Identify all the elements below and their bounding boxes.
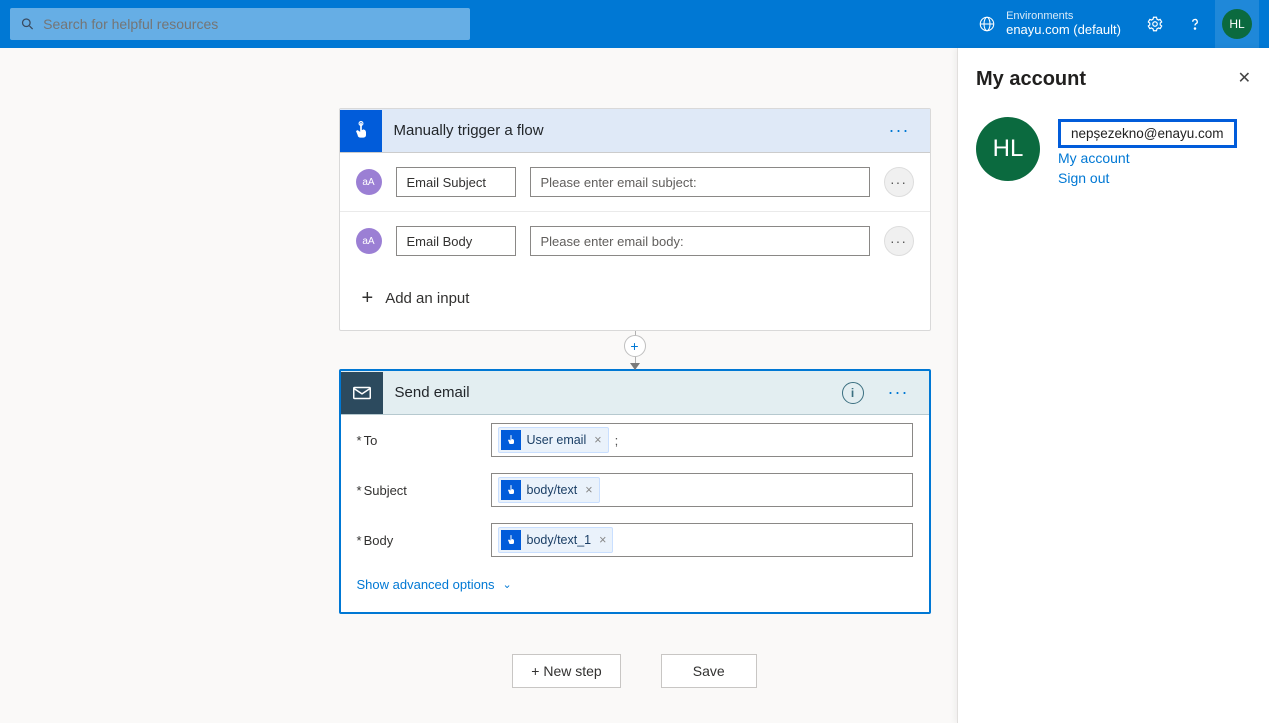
trigger-input-field[interactable]: Please enter email subject: — [530, 167, 870, 197]
environments-label: Environments — [1006, 10, 1121, 23]
add-input-label: Add an input — [385, 290, 469, 307]
action-menu-button[interactable]: ··· — [882, 378, 915, 407]
account-email: nepșezekno@enayu.com — [1058, 119, 1237, 148]
plus-icon: + — [362, 288, 374, 308]
action-card-header[interactable]: Send email i ··· — [341, 371, 929, 415]
panel-close-button[interactable]: ✕ — [1238, 68, 1251, 88]
field-row-subject: *Subject body/text × — [341, 465, 929, 515]
search-box[interactable] — [10, 8, 470, 40]
token-remove[interactable]: × — [599, 533, 606, 547]
trigger-input-label[interactable]: Email Body — [396, 226, 516, 256]
arrow-down-icon — [630, 363, 640, 370]
environments-value: enayu.com (default) — [1006, 23, 1121, 38]
trigger-input-menu[interactable]: ··· — [884, 167, 914, 197]
separator: ; — [615, 433, 619, 448]
action-card: Send email i ··· *To User email × ; *Sub… — [339, 369, 931, 614]
subject-field[interactable]: body/text × — [491, 473, 913, 507]
trigger-input-label[interactable]: Email Subject — [396, 167, 516, 197]
dynamic-token[interactable]: body/text_1 × — [498, 527, 614, 553]
help-button[interactable] — [1175, 0, 1215, 48]
search-input[interactable] — [43, 16, 460, 32]
show-advanced-options[interactable]: Show advanced options ⌄ — [341, 565, 929, 612]
step-connector: + — [339, 331, 931, 369]
sign-out-link[interactable]: Sign out — [1058, 170, 1237, 186]
save-button[interactable]: Save — [661, 654, 757, 688]
settings-button[interactable] — [1135, 0, 1175, 48]
token-remove[interactable]: × — [585, 483, 592, 497]
question-icon — [1186, 15, 1204, 33]
mail-icon — [351, 382, 373, 404]
text-type-icon: aA — [356, 228, 382, 254]
account-panel: My account ✕ HL nepșezekno@enayu.com My … — [957, 48, 1269, 723]
info-button[interactable]: i — [842, 382, 864, 404]
insert-step-button[interactable]: + — [624, 335, 646, 357]
touch-icon — [505, 484, 517, 496]
trigger-input-row: aA Email Subject Please enter email subj… — [340, 153, 930, 211]
action-title: Send email — [395, 384, 830, 401]
token-remove[interactable]: × — [594, 433, 601, 447]
add-input-button[interactable]: + Add an input — [340, 270, 930, 330]
trigger-input-row: aA Email Body Please enter email body: ·… — [340, 211, 930, 270]
trigger-title: Manually trigger a flow — [394, 122, 871, 139]
search-icon — [20, 16, 35, 32]
trigger-card: Manually trigger a flow ··· aA Email Sub… — [339, 108, 931, 331]
touch-icon — [505, 534, 517, 546]
touch-icon — [505, 434, 517, 446]
bottom-button-bar: + New step Save — [339, 654, 931, 688]
dynamic-token[interactable]: User email × — [498, 427, 609, 453]
account-button[interactable]: HL — [1215, 0, 1259, 48]
app-header: Environments enayu.com (default) HL — [0, 0, 1269, 48]
action-icon — [341, 372, 383, 414]
field-row-body: *Body body/text_1 × — [341, 515, 929, 565]
trigger-input-menu[interactable]: ··· — [884, 226, 914, 256]
trigger-menu-button[interactable]: ··· — [883, 116, 916, 145]
field-row-to: *To User email × ; — [341, 415, 929, 465]
body-field[interactable]: body/text_1 × — [491, 523, 913, 557]
chevron-down-icon: ⌄ — [503, 578, 512, 591]
body-label: *Body — [357, 533, 477, 548]
environment-picker[interactable]: Environments enayu.com (default) — [964, 10, 1135, 38]
my-account-link[interactable]: My account — [1058, 150, 1237, 166]
trigger-card-header[interactable]: Manually trigger a flow ··· — [340, 109, 930, 153]
trigger-input-field[interactable]: Please enter email body: — [530, 226, 870, 256]
globe-icon — [978, 15, 996, 33]
to-label: *To — [357, 433, 477, 448]
avatar-large: HL — [976, 117, 1040, 181]
text-type-icon: aA — [356, 169, 382, 195]
gear-icon — [1146, 15, 1164, 33]
panel-title: My account — [976, 68, 1251, 91]
touch-icon — [351, 121, 371, 141]
dynamic-token[interactable]: body/text × — [498, 477, 600, 503]
avatar: HL — [1222, 9, 1252, 39]
subject-label: *Subject — [357, 483, 477, 498]
trigger-icon — [340, 110, 382, 152]
new-step-button[interactable]: + New step — [512, 654, 620, 688]
to-field[interactable]: User email × ; — [491, 423, 913, 457]
